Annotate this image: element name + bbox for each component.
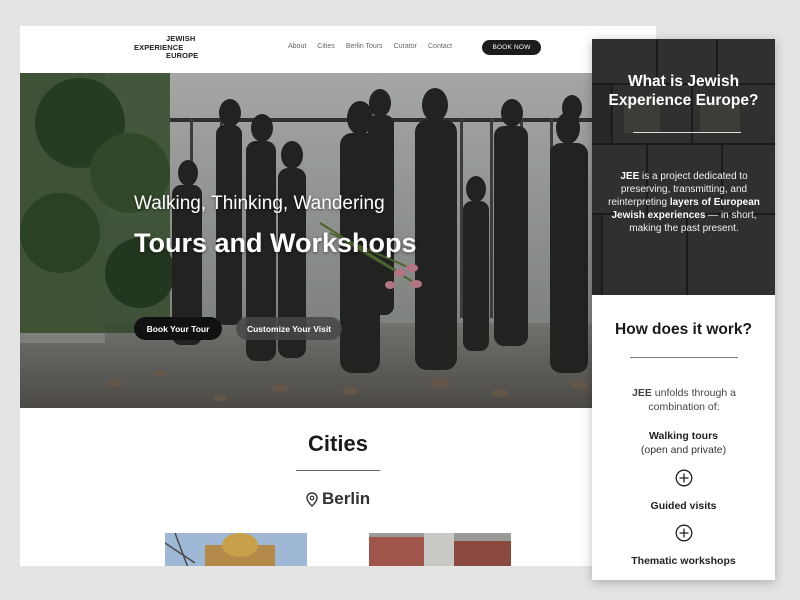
top-navigation: JEWISH EXPERIENCE EUROPE About Cities Be… <box>20 26 656 73</box>
hero-title: Tours and Workshops <box>134 228 417 258</box>
plus-circle-icon <box>675 524 693 542</box>
unfolds-text: JEE unfolds through a combination of: <box>606 387 762 414</box>
how-it-works-heading: How does it work? <box>615 321 752 338</box>
memorial-image <box>369 533 511 566</box>
nav-link-contact[interactable]: Contact <box>428 43 452 50</box>
berlin-thumbnail-synagogue[interactable] <box>165 533 307 566</box>
desc-abbr: JEE <box>620 171 640 182</box>
unfolds-abbr: JEE <box>632 387 652 399</box>
berlin-thumbnail-memorial[interactable] <box>369 533 511 566</box>
logo[interactable]: JEWISH EXPERIENCE EUROPE <box>134 34 199 61</box>
what-is-divider <box>633 132 741 133</box>
book-your-tour-button[interactable]: Book Your Tour <box>134 317 222 340</box>
step-thematic-workshops: Thematic workshops <box>592 555 775 569</box>
mobile-page: What is Jewish Experience Europe? JEE is… <box>592 39 775 580</box>
hero-subtitle: Walking, Thinking, Wandering <box>134 193 385 214</box>
desktop-page: JEWISH EXPERIENCE EUROPE About Cities Be… <box>20 26 656 566</box>
logo-line-3: EUROPE <box>166 51 199 60</box>
step3-title: Thematic workshops <box>631 555 736 567</box>
map-pin-icon <box>306 491 318 507</box>
step1-title: Walking tours <box>648 430 719 442</box>
step-walking-tours: Walking tours (open and private) <box>592 430 775 457</box>
unfolds-body: unfolds through a combination of: <box>648 387 736 413</box>
what-is-description: JEE is a project dedicated to preserving… <box>606 170 762 235</box>
plus-circle-icon <box>675 469 693 487</box>
how-it-works-divider <box>630 357 738 358</box>
nav-link-curator[interactable]: Curator <box>394 43 417 50</box>
cities-divider <box>296 470 380 471</box>
step2-title: Guided visits <box>650 500 717 512</box>
nav-links: About Cities Berlin Tours Curator Contac… <box>288 43 452 50</box>
step-guided-visits: Guided visits <box>592 500 775 514</box>
what-is-section: What is Jewish Experience Europe? JEE is… <box>592 39 775 295</box>
city-name: Berlin <box>322 489 371 508</box>
book-now-button[interactable]: BOOK NOW <box>482 40 541 55</box>
cities-heading: Cities <box>308 431 368 456</box>
synagogue-image <box>165 533 307 566</box>
what-is-heading: What is Jewish Experience Europe? <box>608 73 759 109</box>
berlin-city-link[interactable]: Berlin <box>306 489 370 509</box>
nav-link-about[interactable]: About <box>288 43 306 50</box>
customize-your-visit-button[interactable]: Customize Your Visit <box>236 317 342 340</box>
hero-section: Walking, Thinking, Wandering Tours and W… <box>20 73 656 408</box>
nav-link-cities[interactable]: Cities <box>317 43 335 50</box>
step1-subtitle: (open and private) <box>640 443 727 456</box>
nav-link-berlin-tours[interactable]: Berlin Tours <box>346 43 383 50</box>
